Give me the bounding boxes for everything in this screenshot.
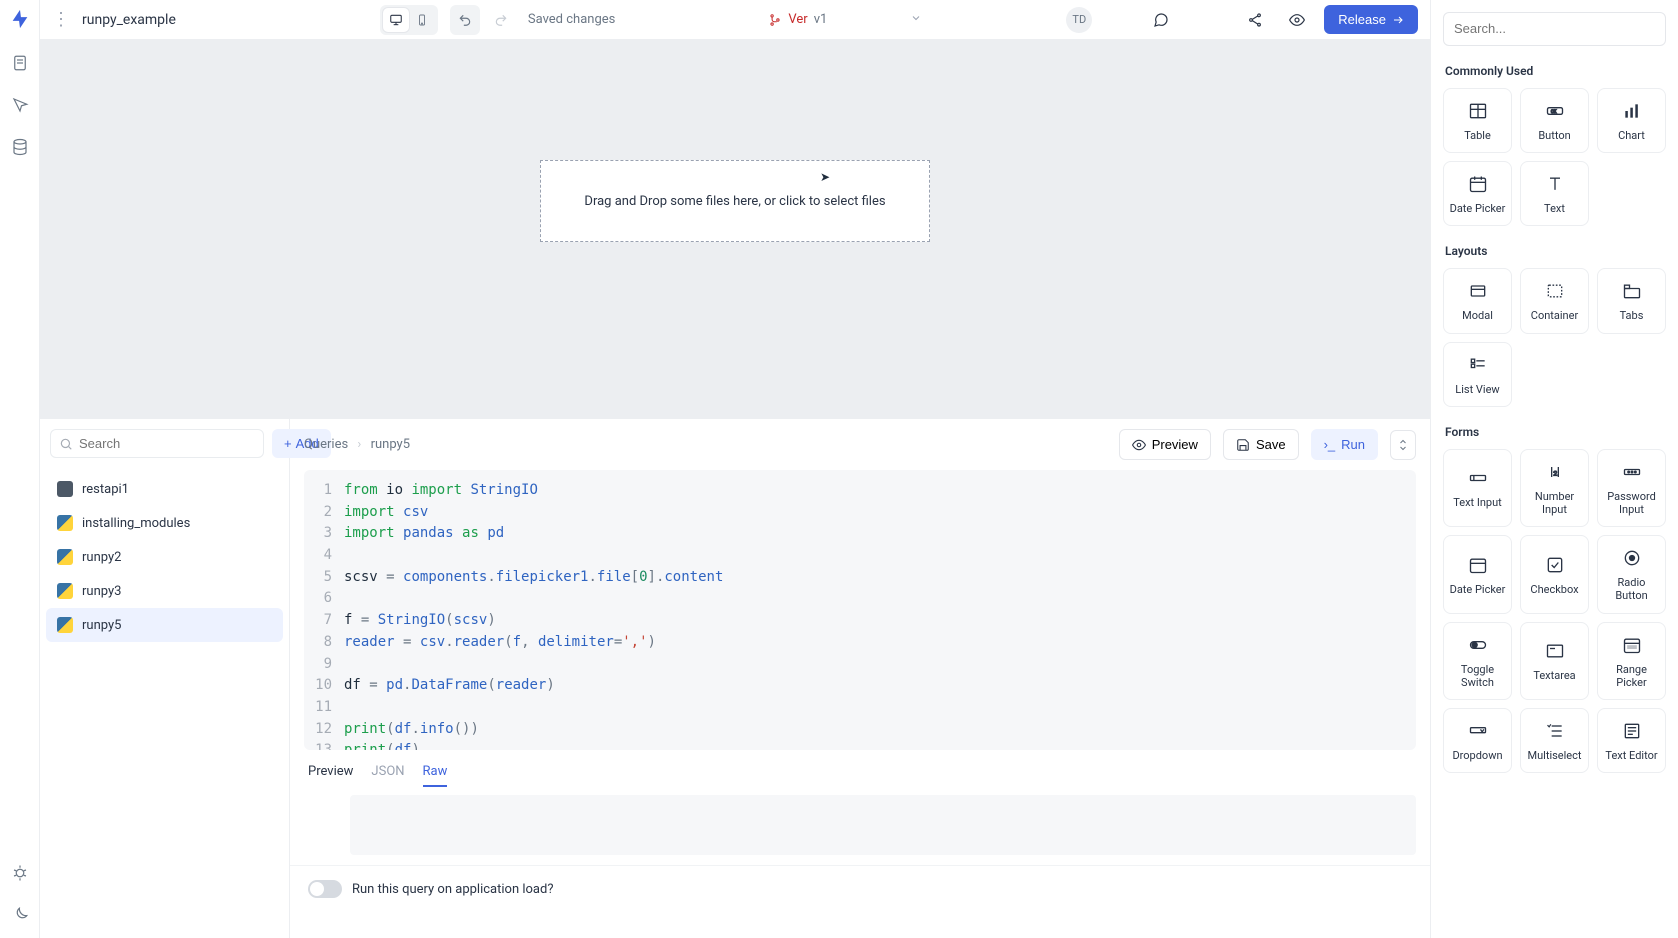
component-search[interactable] [1443, 12, 1666, 46]
run-on-load-toggle[interactable] [308, 880, 342, 898]
python-icon [57, 549, 73, 565]
version-value: v1 [814, 12, 828, 27]
preview-icon[interactable] [1282, 5, 1312, 35]
component-range-picker[interactable]: Range Picker [1597, 622, 1666, 700]
tab-preview[interactable]: Preview [308, 764, 353, 787]
chevron-right-icon: › [357, 437, 361, 452]
component-checkbox[interactable]: Checkbox [1520, 535, 1589, 613]
query-item-runpy3[interactable]: runpy3 [46, 574, 283, 608]
component-tabs[interactable]: Tabs [1597, 268, 1666, 333]
component-text-input[interactable]: Text Input [1443, 449, 1512, 527]
output-body [350, 795, 1416, 855]
component-text-editor[interactable]: Text Editor [1597, 708, 1666, 773]
section-forms: Forms [1445, 425, 1664, 439]
database-icon[interactable] [11, 138, 29, 160]
inspect-icon[interactable] [11, 96, 29, 118]
code-editor[interactable]: 1from io import StringIO 2import csv 3im… [304, 470, 1416, 750]
query-item-restapi1[interactable]: restapi1 [46, 472, 283, 506]
theme-icon[interactable] [11, 906, 29, 928]
tab-raw[interactable]: Raw [423, 764, 448, 787]
component-radio-button[interactable]: Radio Button [1597, 535, 1666, 613]
query-items: restapi1 installing_modules runpy2 runpy… [40, 468, 289, 646]
filepicker-dropzone[interactable]: Drag and Drop some files here, or click … [540, 160, 930, 242]
version-selector[interactable]: Ver v1 [757, 7, 838, 32]
comments-icon[interactable] [1146, 5, 1176, 35]
section-commonly-used: Commonly Used [1445, 64, 1664, 78]
release-label: Release [1338, 12, 1386, 27]
debug-icon[interactable] [11, 864, 29, 886]
terminal-icon: ›_ [1324, 437, 1336, 452]
query-item-runpy5[interactable]: runpy5 [46, 608, 283, 642]
svg-text:2: 2 [1553, 469, 1557, 477]
python-icon [57, 617, 73, 633]
left-nav-rail [0, 0, 40, 938]
api-icon [57, 481, 73, 497]
redo-button[interactable] [486, 5, 516, 35]
device-toggle [380, 5, 438, 35]
undo-button[interactable] [450, 5, 480, 35]
share-icon[interactable] [1240, 5, 1270, 35]
query-list-sidebar: + Add restapi1 installing_modules runpy2… [40, 419, 290, 938]
breadcrumb-root[interactable]: Queries [304, 437, 348, 452]
component-date-picker[interactable]: Date Picker [1443, 161, 1512, 226]
query-item-installing-modules[interactable]: installing_modules [46, 506, 283, 540]
breadcrumb-current: runpy5 [371, 437, 410, 452]
component-text[interactable]: Text [1520, 161, 1589, 226]
release-button[interactable]: Release [1324, 5, 1418, 34]
svg-text:OK: OK [1550, 110, 1556, 115]
save-button[interactable]: Save [1223, 429, 1299, 460]
component-chart[interactable]: Chart [1597, 88, 1666, 153]
query-item-runpy2[interactable]: runpy2 [46, 540, 283, 574]
save-status: Saved changes [528, 12, 615, 27]
desktop-view-button[interactable] [383, 8, 409, 32]
breadcrumb: Queries › runpy5 [304, 437, 410, 452]
run-on-load-label: Run this query on application load? [352, 882, 553, 897]
app-logo-icon[interactable] [9, 8, 31, 34]
component-password-input[interactable]: Password Input [1597, 449, 1666, 527]
collapse-panel-button[interactable] [1390, 430, 1416, 460]
component-dropdown[interactable]: Dropdown [1443, 708, 1512, 773]
component-textarea[interactable]: Textarea [1520, 622, 1589, 700]
version-label: Ver [788, 12, 807, 27]
query-search[interactable] [50, 429, 264, 458]
app-name: runpy_example [82, 12, 176, 28]
component-search-input[interactable] [1454, 21, 1655, 36]
component-table[interactable]: Table [1443, 88, 1512, 153]
app-menu-icon[interactable]: ⋮ [52, 11, 70, 29]
component-modal[interactable]: Modal [1443, 268, 1512, 333]
top-bar: ⋮ runpy_example Saved changes [40, 0, 1430, 40]
component-date-picker-form[interactable]: Date Picker [1443, 535, 1512, 613]
run-button[interactable]: ›_ Run [1311, 429, 1378, 460]
preview-button[interactable]: Preview [1119, 429, 1211, 460]
components-panel: Commonly Used Table OKButton Chart Date … [1430, 0, 1678, 938]
mobile-view-button[interactable] [409, 8, 435, 32]
component-list-view[interactable]: List View [1443, 342, 1512, 407]
query-editor-panel: + Add restapi1 installing_modules runpy2… [40, 418, 1430, 938]
page-icon[interactable] [11, 54, 29, 76]
output-tabs: Preview JSON Raw [290, 750, 1430, 787]
user-avatar[interactable]: TD [1066, 7, 1092, 33]
dropzone-text: Drag and Drop some files here, or click … [584, 194, 885, 209]
query-search-input[interactable] [79, 436, 255, 451]
cursor-icon: ➤ [820, 170, 830, 184]
canvas-area[interactable]: Drag and Drop some files here, or click … [40, 40, 1430, 418]
component-number-input[interactable]: 2Number Input [1520, 449, 1589, 527]
component-multiselect[interactable]: Multiselect [1520, 708, 1589, 773]
python-icon [57, 583, 73, 599]
tab-json[interactable]: JSON [371, 764, 404, 787]
python-icon [57, 515, 73, 531]
section-layouts: Layouts [1445, 244, 1664, 258]
component-container[interactable]: Container [1520, 268, 1589, 333]
version-chevron-icon[interactable] [910, 12, 922, 28]
component-button[interactable]: OKButton [1520, 88, 1589, 153]
component-toggle-switch[interactable]: Toggle Switch [1443, 622, 1512, 700]
